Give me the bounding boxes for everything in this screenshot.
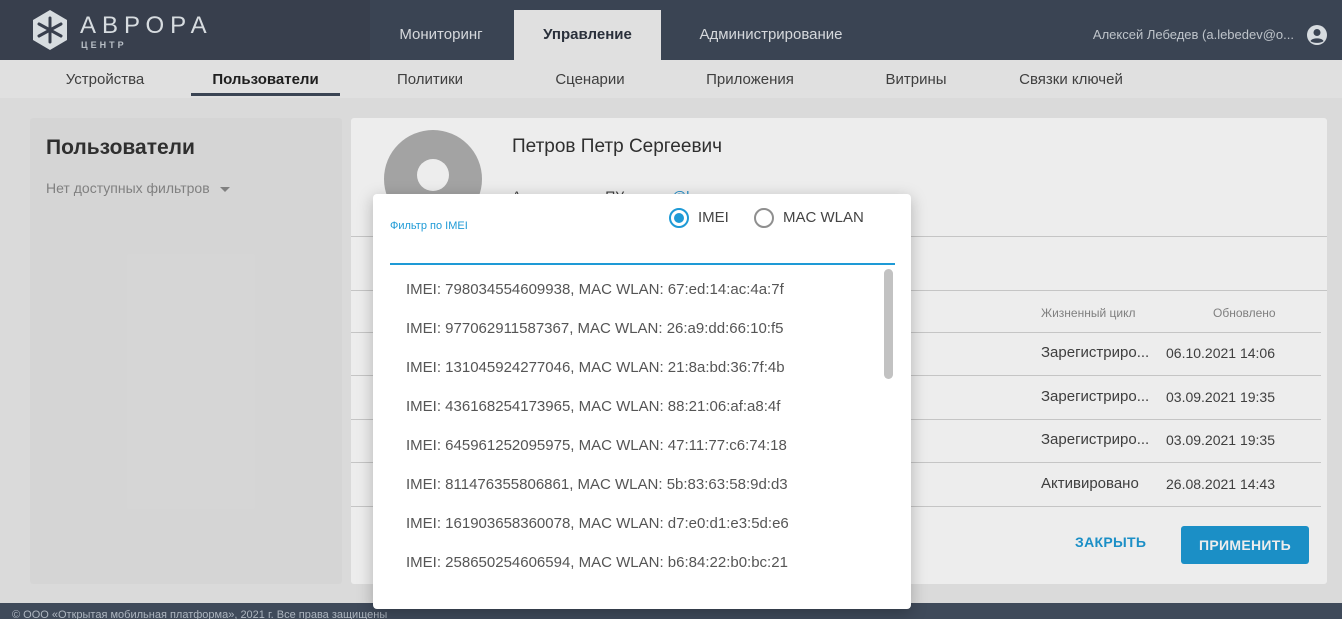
list-item[interactable]: IMEI: 161903658360078, MAC WLAN: d7:e0:d…	[406, 515, 789, 532]
copyright-text: © ООО «Открытая мобильная платформа», 20…	[12, 609, 388, 619]
list-item[interactable]: IMEI: 645961252095975, MAC WLAN: 47:11:7…	[406, 437, 787, 454]
radio-mac-wlan-label[interactable]: MAC WLAN	[783, 209, 864, 226]
radio-mac-wlan[interactable]	[754, 208, 774, 228]
imei-filter-input[interactable]	[390, 263, 895, 265]
list-item[interactable]: IMEI: 811476355806861, MAC WLAN: 5b:83:6…	[406, 476, 788, 493]
list-item[interactable]: IMEI: 798034554609938, MAC WLAN: 67:ed:1…	[406, 281, 784, 298]
list-item[interactable]: IMEI: 436168254173965, MAC WLAN: 88:21:0…	[406, 398, 780, 415]
list-item[interactable]: IMEI: 258650254606594, MAC WLAN: b6:84:2…	[406, 554, 788, 571]
filter-field-label: Фильтр по IMEI	[390, 220, 468, 232]
list-item[interactable]: IMEI: 131045924277046, MAC WLAN: 21:8a:b…	[406, 359, 785, 376]
list-item[interactable]: IMEI: 977062911587367, MAC WLAN: 26:a9:d…	[406, 320, 783, 337]
radio-imei-label[interactable]: IMEI	[698, 209, 729, 226]
device-filter-popup: Фильтр по IMEI IMEI MAC WLAN IMEI: 79803…	[373, 194, 911, 609]
list-scrollbar[interactable]	[884, 269, 893, 379]
device-options-list: IMEI: 798034554609938, MAC WLAN: 67:ed:1…	[373, 272, 893, 602]
radio-imei[interactable]	[669, 208, 689, 228]
